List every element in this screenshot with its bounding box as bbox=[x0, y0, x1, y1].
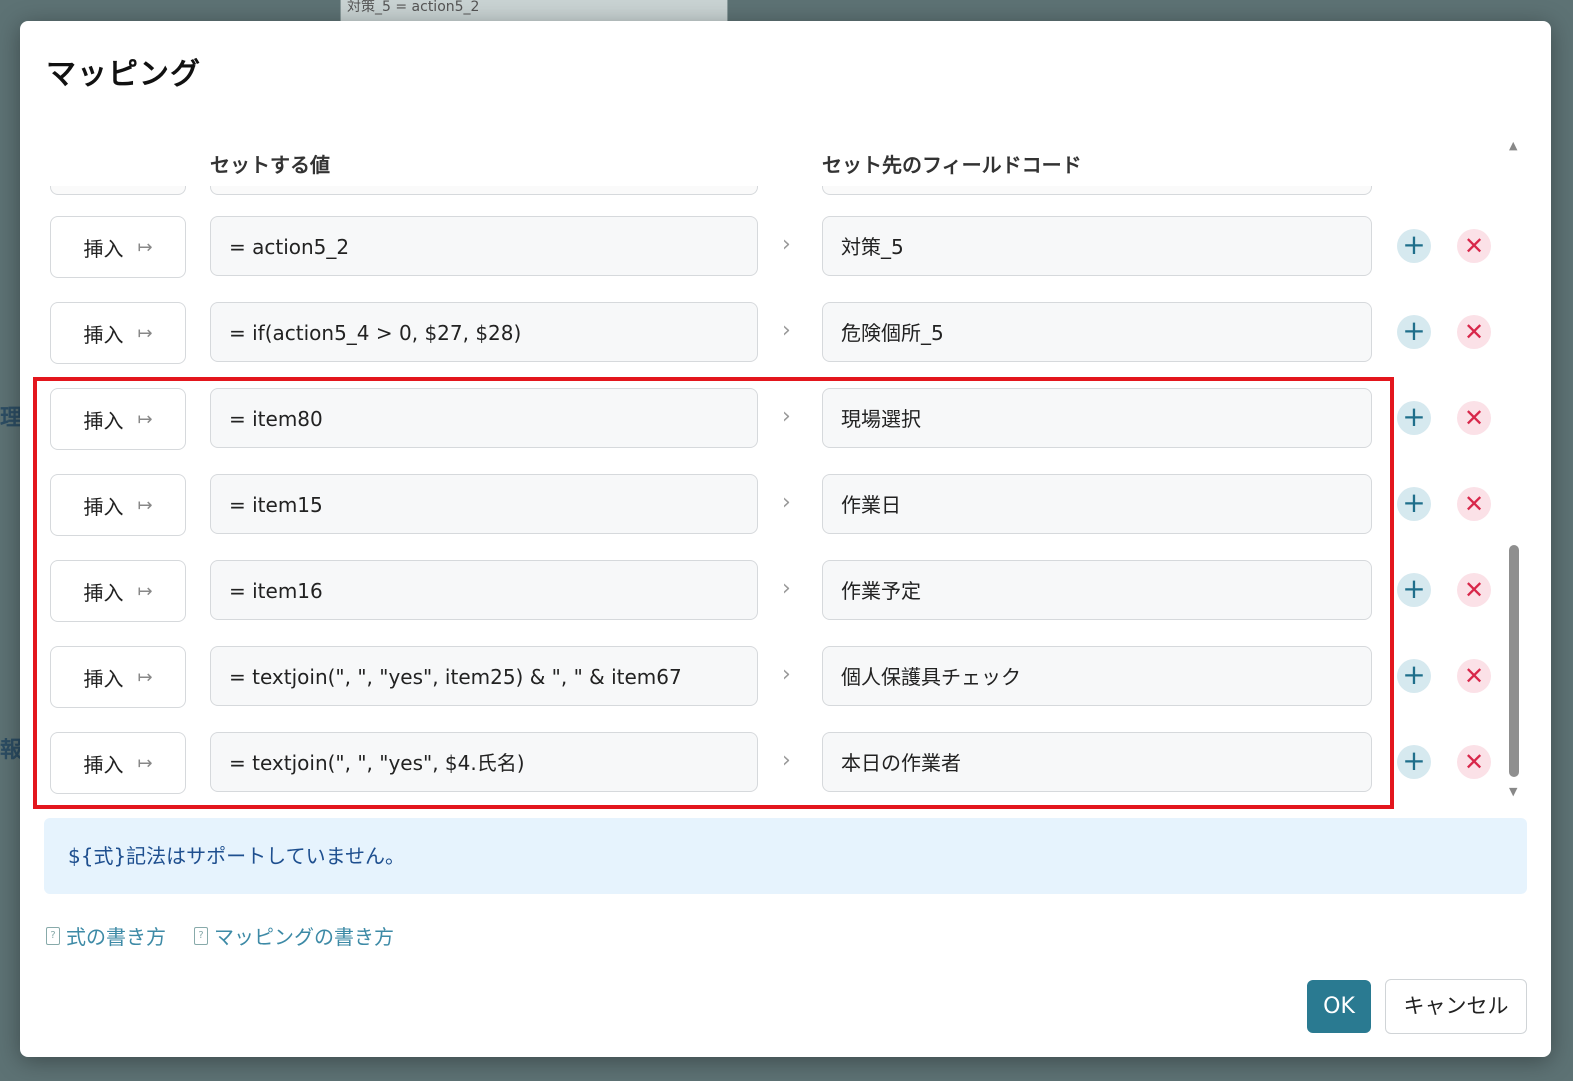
add-row-button[interactable]: + bbox=[1397, 659, 1431, 693]
formula-help-link[interactable]: ? 式の書き方 bbox=[46, 921, 166, 950]
add-row-button[interactable]: + bbox=[1397, 229, 1431, 263]
partial-row-target bbox=[822, 186, 1372, 195]
add-row-button[interactable]: + bbox=[1397, 401, 1431, 435]
target-field-input[interactable]: 危険個所_5 bbox=[822, 302, 1372, 362]
insert-mode-label: 挿入 bbox=[83, 322, 124, 347]
background-side-text-1: 理 bbox=[0, 406, 23, 431]
help-links: ? 式の書き方 ? マッピングの書き方 bbox=[46, 921, 394, 950]
notice-message: ${式}記法はサポートしていません。 bbox=[44, 818, 1527, 894]
insert-mode-label: 挿入 bbox=[83, 236, 124, 261]
partial-row-value bbox=[210, 186, 758, 195]
arrow-right-from-bar-icon: ↦ bbox=[137, 322, 153, 344]
scroll-up-arrow-icon[interactable]: ▲ bbox=[1509, 139, 1517, 152]
delete-row-button[interactable]: ✕ bbox=[1457, 315, 1491, 349]
vertical-scrollbar[interactable]: ▲ ▼ bbox=[1506, 139, 1522, 799]
add-row-button[interactable]: + bbox=[1397, 573, 1431, 607]
chevron-right-icon: › bbox=[782, 232, 791, 257]
chevron-right-icon: › bbox=[782, 318, 791, 343]
column-header-target: セット先のフィールドコード bbox=[822, 153, 1082, 177]
document-help-icon: ? bbox=[46, 926, 60, 945]
add-row-button[interactable]: + bbox=[1397, 745, 1431, 779]
formula-help-label: 式の書き方 bbox=[66, 925, 166, 949]
scroll-down-arrow-icon[interactable]: ▼ bbox=[1509, 785, 1517, 798]
mapping-help-link[interactable]: ? マッピングの書き方 bbox=[194, 921, 394, 950]
cancel-button[interactable]: キャンセル bbox=[1385, 979, 1527, 1034]
add-row-button[interactable]: + bbox=[1397, 487, 1431, 521]
target-field-input[interactable]: 対策_5 bbox=[822, 216, 1372, 276]
delete-row-button[interactable]: ✕ bbox=[1457, 745, 1491, 779]
delete-row-button[interactable]: ✕ bbox=[1457, 659, 1491, 693]
background-side-text-2: 報 bbox=[0, 738, 23, 763]
delete-row-button[interactable]: ✕ bbox=[1457, 401, 1491, 435]
delete-row-button[interactable]: ✕ bbox=[1457, 229, 1491, 263]
mapping-dialog: マッピング セットする値 セット先のフィールドコード 挿入 ↦ = action5… bbox=[20, 21, 1551, 1057]
value-input[interactable]: = if(action5_4 > 0, $27, $28) bbox=[210, 302, 758, 362]
dialog-title: マッピング bbox=[46, 57, 201, 92]
document-help-icon: ? bbox=[194, 926, 208, 945]
background-card-text: 対策_5 = action5_2 bbox=[347, 0, 480, 15]
partial-row-insert bbox=[50, 186, 186, 195]
value-input[interactable]: = action5_2 bbox=[210, 216, 758, 276]
insert-mode-button[interactable]: 挿入 ↦ bbox=[50, 302, 186, 364]
add-row-button[interactable]: + bbox=[1397, 315, 1431, 349]
delete-row-button[interactable]: ✕ bbox=[1457, 487, 1491, 521]
mapping-help-label: マッピングの書き方 bbox=[214, 925, 394, 949]
column-header-value: セットする値 bbox=[210, 153, 330, 177]
background-card: 対策_5 = action5_2 bbox=[340, 0, 728, 23]
mapping-row: 挿入 ↦ = action5_2 › 対策_5 + ✕ bbox=[20, 216, 1520, 278]
arrow-right-from-bar-icon: ↦ bbox=[137, 236, 153, 258]
scrollbar-thumb[interactable] bbox=[1509, 545, 1519, 777]
delete-row-button[interactable]: ✕ bbox=[1457, 573, 1491, 607]
insert-mode-button[interactable]: 挿入 ↦ bbox=[50, 216, 186, 278]
mapping-row: 挿入 ↦ = if(action5_4 > 0, $27, $28) › 危険個所… bbox=[20, 302, 1520, 364]
highlight-annotation-box bbox=[33, 377, 1394, 809]
ok-button[interactable]: OK bbox=[1307, 980, 1371, 1033]
